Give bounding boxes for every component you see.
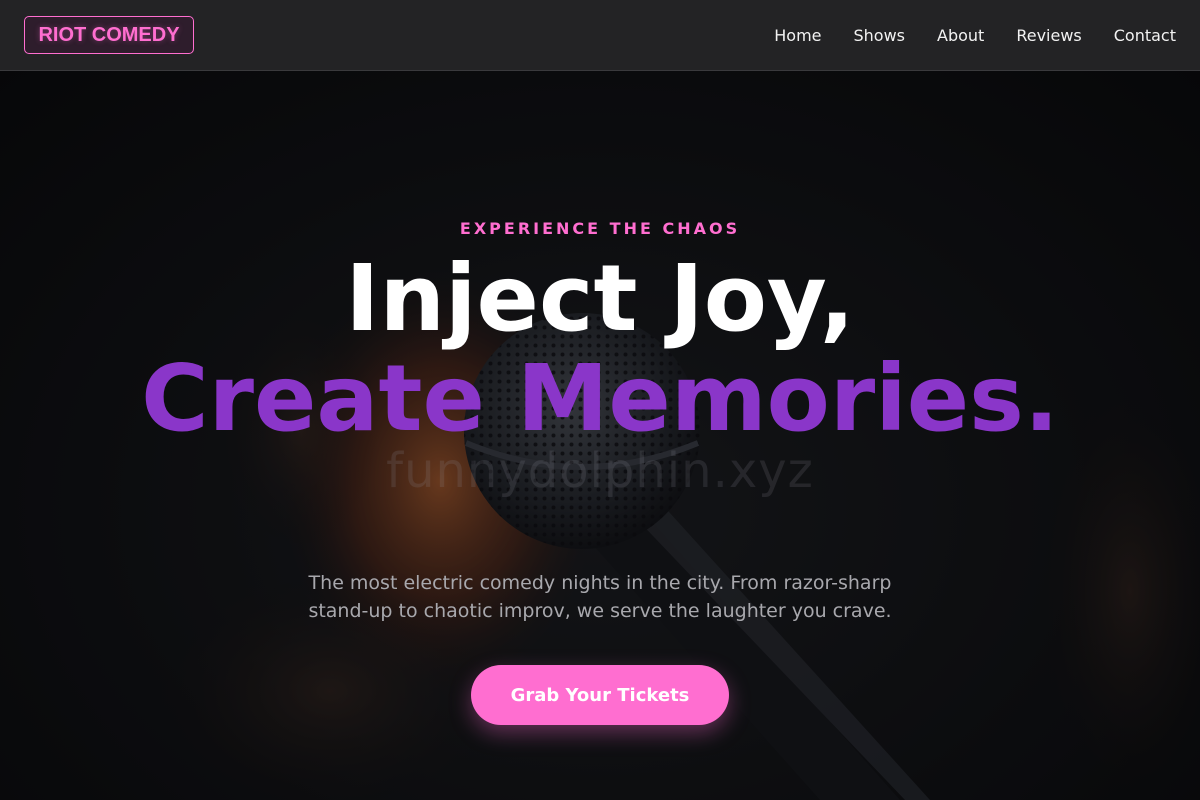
nav-link-about[interactable]: About <box>937 26 984 45</box>
nav-links: Home Shows About Reviews Contact <box>774 0 1176 70</box>
nav-link-reviews[interactable]: Reviews <box>1016 26 1081 45</box>
hero-eyebrow: EXPERIENCE THE CHAOS <box>459 219 741 238</box>
grab-tickets-button[interactable]: Grab Your Tickets <box>471 665 729 725</box>
hero-headline: Inject Joy, Create Memories. <box>0 249 1200 449</box>
headline-line-2: Create Memories. <box>141 345 1059 452</box>
nav-link-home[interactable]: Home <box>774 26 821 45</box>
hero-subtitle: The most electric comedy nights in the c… <box>308 572 892 622</box>
headline-line-1: Inject Joy, <box>345 245 855 352</box>
nav-link-shows[interactable]: Shows <box>854 26 906 45</box>
navbar: RIOT COMEDY Home Shows About Reviews Con… <box>0 0 1200 71</box>
logo[interactable]: RIOT COMEDY <box>24 16 194 54</box>
hero-section: funnydolphin.xyz EXPERIENCE THE CHAOS In… <box>0 71 1200 800</box>
nav-link-contact[interactable]: Contact <box>1114 26 1176 45</box>
